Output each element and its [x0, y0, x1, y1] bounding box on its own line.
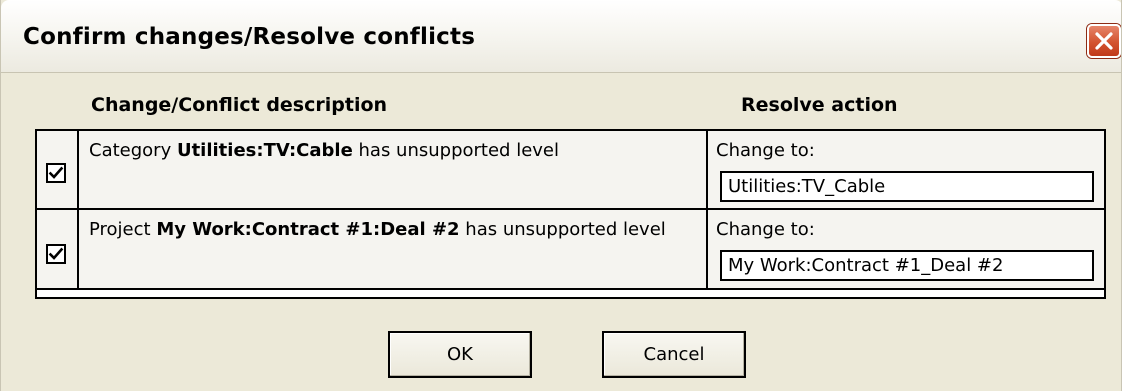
dialog-window: Confirm changes/Resolve conflicts Change…: [0, 0, 1122, 391]
description-suffix: has unsupported level: [459, 219, 666, 240]
title-bar[interactable]: Confirm changes/Resolve conflicts: [1, 0, 1121, 73]
cancel-button[interactable]: Cancel: [602, 331, 746, 378]
description-item-name: My Work:Contract #1:Deal #2: [156, 219, 460, 240]
description-item-name: Utilities:TV:Cable: [176, 140, 353, 161]
checkmark-icon: [48, 247, 64, 260]
checkbox-cell: [37, 210, 79, 288]
description-prefix: Category: [89, 140, 177, 161]
resolve-action-cell: Change to:: [708, 210, 1104, 288]
change-to-label: Change to:: [716, 140, 815, 161]
row-checkbox[interactable]: [46, 244, 66, 264]
table-row: Project My Work:Contract #1:Deal #2 has …: [37, 210, 1104, 290]
description-suffix: has unsupported level: [352, 140, 560, 161]
conflict-description: Category Utilities:TV:Cable has unsuppor…: [79, 131, 708, 208]
table-row: Category Utilities:TV:Cable has unsuppor…: [37, 131, 1104, 210]
conflict-description: Project My Work:Contract #1:Deal #2 has …: [79, 210, 708, 288]
close-icon: [1095, 32, 1113, 50]
description-prefix: Project: [89, 219, 157, 240]
change-to-input[interactable]: [720, 171, 1094, 202]
resolve-action-cell: Change to:: [708, 131, 1104, 208]
checkbox-cell: [37, 131, 79, 208]
dialog-title: Confirm changes/Resolve conflicts: [23, 24, 476, 50]
change-to-input[interactable]: [720, 250, 1094, 281]
column-header-action: Resolve action: [741, 94, 898, 116]
close-button[interactable]: [1087, 24, 1121, 58]
change-to-label: Change to:: [716, 219, 815, 240]
conflicts-table: Category Utilities:TV:Cable has unsuppor…: [35, 129, 1106, 299]
row-checkbox[interactable]: [46, 163, 66, 183]
checkmark-icon: [48, 166, 64, 179]
column-header-description: Change/Conflict description: [91, 94, 388, 116]
ok-button[interactable]: OK: [388, 331, 532, 378]
